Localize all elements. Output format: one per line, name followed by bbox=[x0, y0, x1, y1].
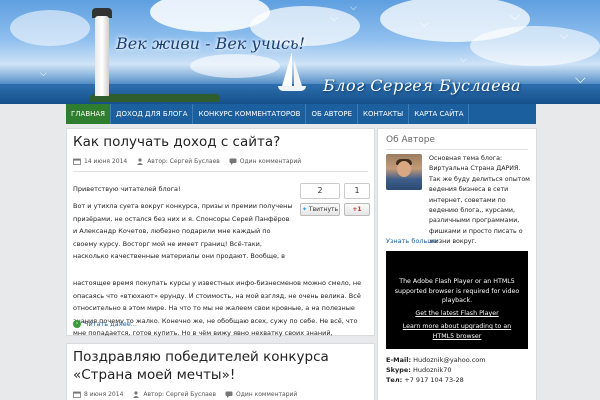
video-player[interactable]: The Adobe Flash Player or an HTML5 suppo… bbox=[386, 251, 528, 349]
seagull-icon: ⌵ bbox=[460, 55, 467, 65]
nav-item-home[interactable]: ГЛАВНАЯ bbox=[66, 104, 112, 124]
post-date: 8 июня 2014 bbox=[84, 391, 124, 398]
cloud-decoration bbox=[470, 26, 600, 66]
skype-value[interactable]: Hudoznik70 bbox=[413, 366, 451, 374]
nav-item-about[interactable]: ОБ АВТОРЕ bbox=[306, 104, 358, 124]
seagull-icon: ⌵ bbox=[330, 11, 339, 24]
post-card: Поздравляю победителей конкурса «Страна … bbox=[66, 343, 375, 400]
gplus-count: 1 bbox=[344, 183, 370, 199]
flash-message: The Adobe Flash Player or an HTML5 suppo… bbox=[394, 278, 520, 304]
flash-player-link[interactable]: Get the latest Flash Player bbox=[392, 309, 522, 319]
post-comments-link[interactable]: Один комментарий bbox=[240, 158, 301, 165]
nav-item-contacts[interactable]: КОНТАКТЫ bbox=[358, 104, 410, 124]
learn-more-link[interactable]: Узнать больше bbox=[386, 237, 437, 245]
sailboat-hull-image bbox=[278, 86, 306, 91]
calendar-icon bbox=[73, 391, 81, 398]
seagull-icon: ⌵ bbox=[575, 71, 586, 87]
cloud-decoration bbox=[190, 54, 280, 78]
seagull-icon: ⌵ bbox=[420, 17, 429, 30]
post-meta: 8 июня 2014 Автор: Сергей Буслаев Один к… bbox=[73, 391, 306, 398]
widget-title: Об Авторе bbox=[386, 135, 435, 145]
tweet-button[interactable]: ✦ Твитнуть bbox=[300, 203, 340, 216]
post-meta: 14 июня 2014 Автор: Сергей Буслаев Один … bbox=[73, 158, 310, 165]
site-title[interactable]: Блог Сергея Буслаева bbox=[323, 76, 521, 95]
seagull-icon: ⌵ bbox=[560, 29, 569, 42]
calendar-icon bbox=[73, 158, 81, 165]
nav-item-contest[interactable]: КОНКУРС КОММЕНТАТОРОВ bbox=[193, 104, 307, 124]
read-more-link[interactable]: › Читать далее... bbox=[73, 320, 137, 328]
post-title[interactable]: Поздравляю победителей конкурса «Страна … bbox=[73, 348, 363, 384]
gplus-button[interactable]: +1 bbox=[344, 203, 370, 216]
post-author[interactable]: Автор: Сергей Буслаев bbox=[147, 158, 220, 165]
post-card: Как получать доход с сайта? 14 июня 2014… bbox=[66, 128, 375, 350]
phone-label: Тел: bbox=[386, 376, 403, 384]
email-label: E-Mail: bbox=[386, 356, 412, 364]
twitter-count: 2 bbox=[300, 183, 340, 199]
page: ⌵ ⌵ ⌵ ⌵ ⌵ ⌵ ⌵ ⌵ Век живи - Век учись! Бл… bbox=[0, 0, 600, 400]
seagull-icon: ⌵ bbox=[40, 69, 47, 79]
seagull-icon: ⌵ bbox=[350, 3, 357, 13]
sidebar: Об Авторе Основная тема блога: Виртуальн… bbox=[377, 128, 537, 400]
seagull-icon: ⌵ bbox=[510, 9, 520, 24]
site-header: ⌵ ⌵ ⌵ ⌵ ⌵ ⌵ ⌵ ⌵ Век живи - Век учись! Бл… bbox=[0, 0, 600, 104]
email-value[interactable]: Hudoznik@yahoo.com bbox=[413, 356, 485, 364]
comment-icon bbox=[229, 158, 237, 165]
skype-label: Skype: bbox=[386, 366, 411, 374]
avatar-face bbox=[397, 161, 411, 177]
nav-item-income[interactable]: ДОХОД ДЛЯ БЛОГА bbox=[111, 104, 194, 124]
twitter-icon: ✦ bbox=[301, 206, 307, 213]
sailboat-sail-image bbox=[294, 60, 302, 86]
arrow-right-icon: › bbox=[73, 320, 81, 328]
post-greeting: Приветствую читателей блога! bbox=[73, 185, 181, 193]
html5-browser-link[interactable]: Learn more about upgrading to an HTML5 b… bbox=[392, 322, 522, 341]
user-icon bbox=[133, 391, 140, 398]
shore-decoration bbox=[90, 94, 220, 102]
main-nav: ГЛАВНАЯ ДОХОД ДЛЯ БЛОГА КОНКУРС КОММЕНТА… bbox=[66, 104, 536, 124]
contacts-block: E-Mail: Hudoznik@yahoo.com Skype: Hudozn… bbox=[386, 355, 486, 385]
post-date: 14 июня 2014 bbox=[84, 158, 128, 165]
user-icon bbox=[137, 158, 144, 165]
cloud-decoration bbox=[10, 10, 90, 46]
post-excerpt-top: Вот и утихла суета вокруг конкурса, приз… bbox=[73, 202, 293, 260]
nav-item-sitemap[interactable]: КАРТА САЙТА bbox=[409, 104, 470, 124]
author-about-text: Основная тема блога: Виртуальна Страна Д… bbox=[429, 155, 530, 246]
author-avatar bbox=[386, 154, 422, 190]
post-excerpt-bottom: настоящее время покупать курсы у известн… bbox=[73, 279, 362, 350]
divider bbox=[73, 171, 368, 172]
post-author[interactable]: Автор: Сергей Буслаев bbox=[143, 391, 216, 398]
comment-icon bbox=[225, 391, 233, 398]
phone-value: +7 917 104 73-28 bbox=[404, 376, 464, 384]
site-slogan: Век живи - Век учись! bbox=[116, 34, 306, 53]
read-more-label: Читать далее... bbox=[84, 320, 137, 328]
tweet-button-label: Твитнуть bbox=[308, 206, 339, 213]
lighthouse-image bbox=[95, 16, 109, 96]
sailboat-image bbox=[282, 52, 292, 86]
divider bbox=[386, 149, 528, 150]
post-comments-link[interactable]: Один комментарий bbox=[236, 391, 297, 398]
post-title[interactable]: Как получать доход с сайта? bbox=[73, 133, 280, 151]
